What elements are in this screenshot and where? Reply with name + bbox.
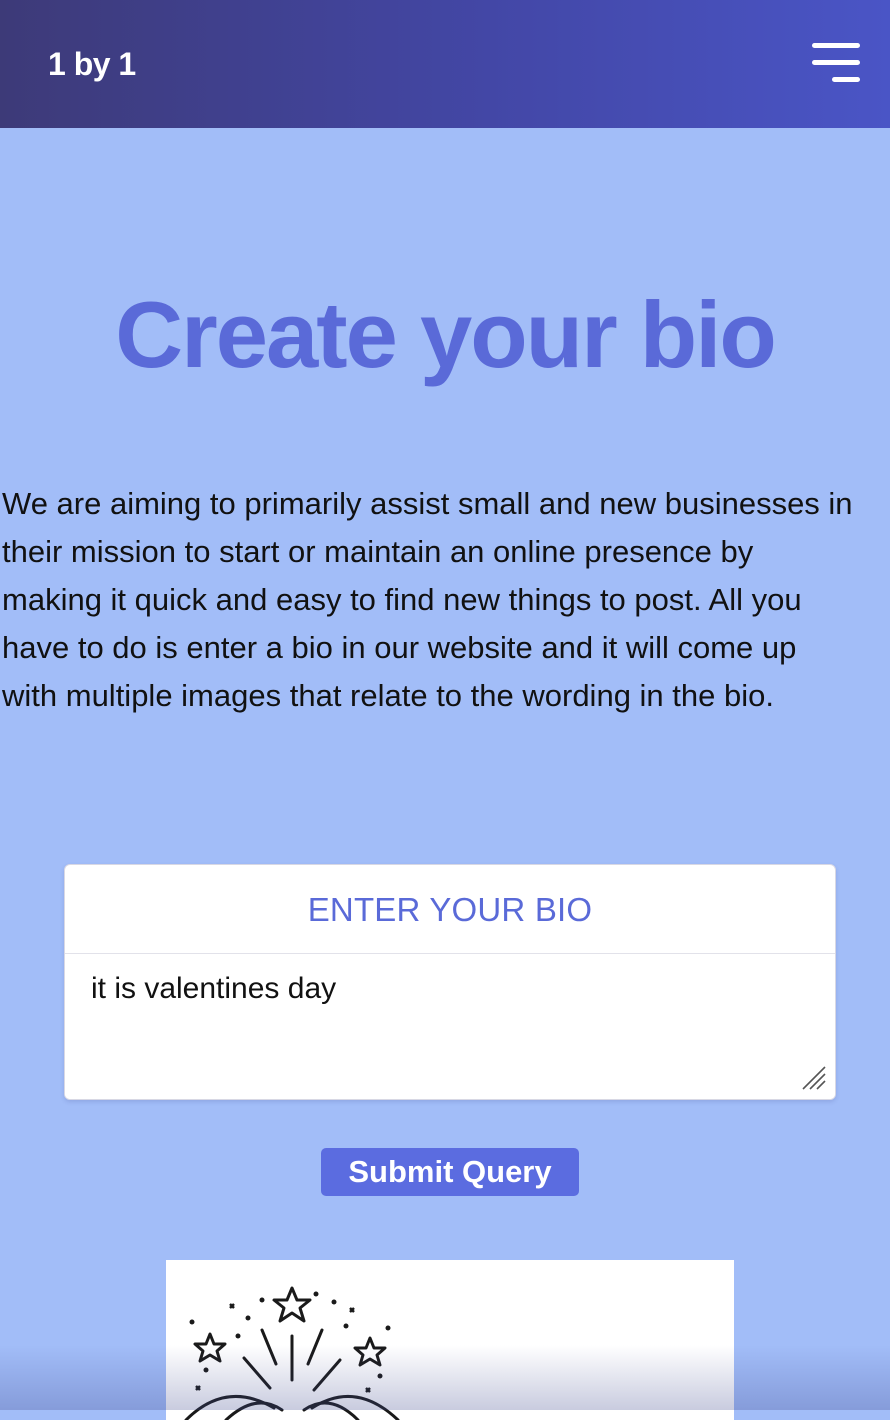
intro-line: their mission to start or maintain an on… xyxy=(2,534,754,569)
page-title: Create your bio xyxy=(115,282,777,387)
menu-line xyxy=(812,60,860,65)
intro-line: making it quick and easy to find new thi… xyxy=(2,582,802,617)
intro-line: with multiple images that relate to the … xyxy=(2,678,774,713)
menu-line xyxy=(832,77,860,82)
bio-textarea[interactable]: it is valentines day xyxy=(65,954,835,1099)
result-image[interactable] xyxy=(166,1260,734,1420)
menu-line xyxy=(812,43,860,48)
resize-grip-icon[interactable] xyxy=(799,1063,827,1091)
fireworks-icon xyxy=(184,1286,400,1420)
brand-logo[interactable]: 1 by 1 xyxy=(48,44,136,84)
submit-query-button[interactable]: Submit Query xyxy=(321,1148,579,1196)
navbar: 1 by 1 xyxy=(0,0,890,128)
hamburger-menu-icon[interactable] xyxy=(806,40,864,86)
bio-form-card: ENTER YOUR BIO it is valentines day xyxy=(64,864,836,1100)
bio-form-header: ENTER YOUR BIO xyxy=(65,865,835,954)
intro-line: We are aiming to primarily assist small … xyxy=(2,486,853,521)
intro-paragraph: We are aiming to primarily assist small … xyxy=(2,480,890,720)
intro-line: have to do is enter a bio in our website… xyxy=(2,630,797,665)
